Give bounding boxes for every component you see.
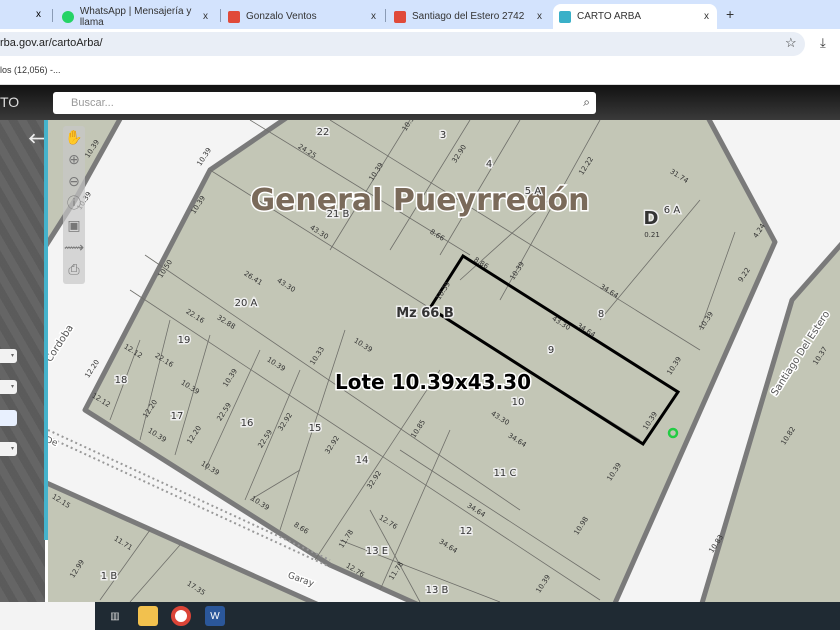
info-icon[interactable]: ⓘ [63,192,85,214]
close-tab-button[interactable]: x [537,11,542,22]
dropdown-select[interactable]: ▾ [0,442,17,456]
search-placeholder: Buscar... [71,97,114,109]
status-area [0,602,95,630]
taskbar: ▥ W [95,602,840,630]
lot-number: 11 C [494,468,517,479]
tab-label: WhatsApp | Mensajería y llama [79,5,192,28]
whatsapp-icon [62,10,74,23]
lot-dimension-label: Lote 10.39x43.30 [335,370,531,394]
dimension-label: 0.21 [644,231,660,239]
street-label-cordoba: Cordoba [48,323,76,364]
new-tab-button[interactable]: + [726,6,734,22]
lot-number: 8 [598,309,604,320]
bookmark-item[interactable]: los (12,056) -... [0,65,61,75]
lot-number: 1 B [101,571,118,582]
map-toolbar: ✋ ⊕ ⊖ ⓘ ▣ ⟿ ⎙ [63,126,85,284]
lot-number: 15 [309,423,322,434]
app-logo: TO [0,94,20,110]
word-icon[interactable]: W [205,606,225,626]
lot-number: 17 [171,411,184,422]
lot-number: 18 [115,375,128,386]
tab-carto-arba[interactable]: CARTO ARBA x [553,4,717,29]
lot-number: 19 [178,335,191,346]
pan-hand-icon[interactable]: ✋ [63,126,85,148]
url-text: rba.gov.ar/cartoArba/ [0,37,103,49]
lot-number: 13 E [366,546,388,557]
tab-label: Gonzalo Ventos [246,11,317,22]
lot-number: Mz 66 B [396,306,454,321]
lot-number: 9 [548,345,554,356]
lot-number: 13 B [426,585,449,596]
dimension-label: 10.39 [196,146,214,167]
download-icon[interactable]: ⤓ [820,35,826,51]
zoom-out-icon[interactable]: ⊖ [63,170,85,192]
dropdown-select[interactable]: ▾ [0,349,17,363]
lot-number: 14 [356,455,369,466]
zoom-in-icon[interactable]: ⊕ [63,148,85,170]
lot-number: 20 A [235,298,258,309]
tab-label: CARTO ARBA [577,11,642,22]
street-label-garay: Garay [286,571,315,590]
chrome-icon[interactable] [171,606,191,626]
bookmark-star-icon[interactable]: ☆ [785,35,797,51]
lot-number: 6 A [664,205,681,216]
lot-number: 16 [241,418,254,429]
search-icon[interactable]: ⌕ [583,95,590,110]
lot-number: 5 A [525,186,542,197]
tab-santiago-del-estero[interactable]: Santiago del Estero 2742 x [388,4,550,29]
text-input[interactable] [0,410,17,426]
address-bar[interactable]: rba.gov.ar/cartoArba/ [0,32,805,56]
close-tab-button[interactable]: x [371,11,376,22]
tab-gonzalo-ventos[interactable]: Gonzalo Ventos x [222,4,384,29]
measure-distance-icon[interactable]: ⟿ [63,236,85,258]
tab-strip: x WhatsApp | Mensajería y llama x Gonzalo… [0,0,840,29]
close-tab-button[interactable]: x [36,9,41,20]
arba-icon [559,10,571,23]
close-tab-button[interactable]: x [704,11,709,22]
t-icon [228,10,240,23]
tab-label: Santiago del Estero 2742 [412,11,525,22]
measure-area-icon[interactable]: ▣ [63,214,85,236]
address-bar-row: rba.gov.ar/cartoArba/ ☆ ⤓ [0,29,840,59]
lot-number: 4 [486,159,492,170]
search-input[interactable]: Buscar... ⌕ [53,92,596,114]
bookmarks-bar: los (12,056) -... [0,59,840,85]
tab-whatsapp[interactable]: WhatsApp | Mensajería y llama x [56,4,216,29]
print-icon[interactable]: ⎙ [63,258,85,280]
block-top-left [48,120,123,248]
lot-number: 12 [460,526,473,537]
task-view-icon[interactable]: ▥ [105,606,125,626]
lot-number: 3 [440,130,446,141]
app-header: TO Buscar... ⌕ [0,85,840,120]
lot-number: 22 [317,127,330,138]
side-panel: 🡐 ▾ ▾ ▾ [0,120,66,602]
t-icon [394,10,406,23]
dropdown-select[interactable]: ▾ [0,380,17,394]
file-explorer-icon[interactable] [138,606,158,626]
lot-number: 10 [512,397,525,408]
map-canvas[interactable]: General Pueyrredón Cordoba Santiago Del Es… [48,120,840,602]
lot-number: D [644,208,659,229]
close-tab-button[interactable]: x [203,11,208,22]
dimension-label: 12.20 [84,358,102,379]
lot-number: 21 B [327,209,350,220]
